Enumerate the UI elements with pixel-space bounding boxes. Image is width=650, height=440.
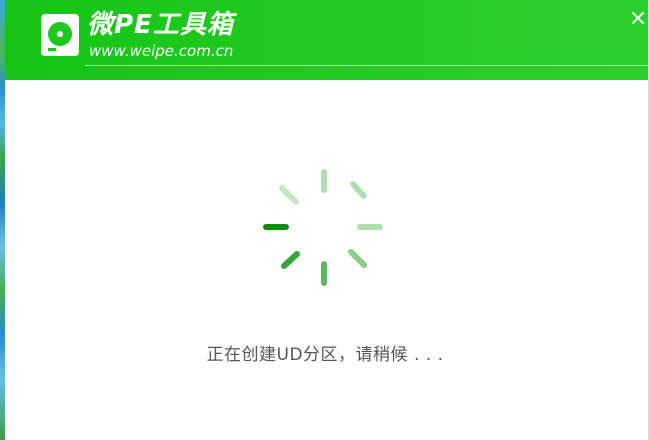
spinner-segment bbox=[279, 185, 299, 205]
spinner-segment bbox=[348, 249, 367, 268]
close-icon[interactable] bbox=[628, 8, 648, 28]
installer-window: 微PE工具箱 www.weipe.com.cn 正在创建UD分区，请稍候 . .… bbox=[0, 0, 650, 440]
disk-icon bbox=[41, 14, 79, 56]
app-title: 微PE工具箱 bbox=[87, 10, 234, 40]
spinner-segment bbox=[350, 181, 367, 199]
status-message: 正在创建UD分区，请稍候 . . . bbox=[206, 345, 444, 365]
loading-spinner-icon bbox=[263, 169, 383, 286]
header-divider bbox=[85, 65, 648, 66]
title-bar: 微PE工具箱 www.weipe.com.cn bbox=[5, 0, 648, 80]
spinner-segment bbox=[281, 251, 300, 269]
app-url: www.weipe.com.cn bbox=[89, 42, 234, 60]
